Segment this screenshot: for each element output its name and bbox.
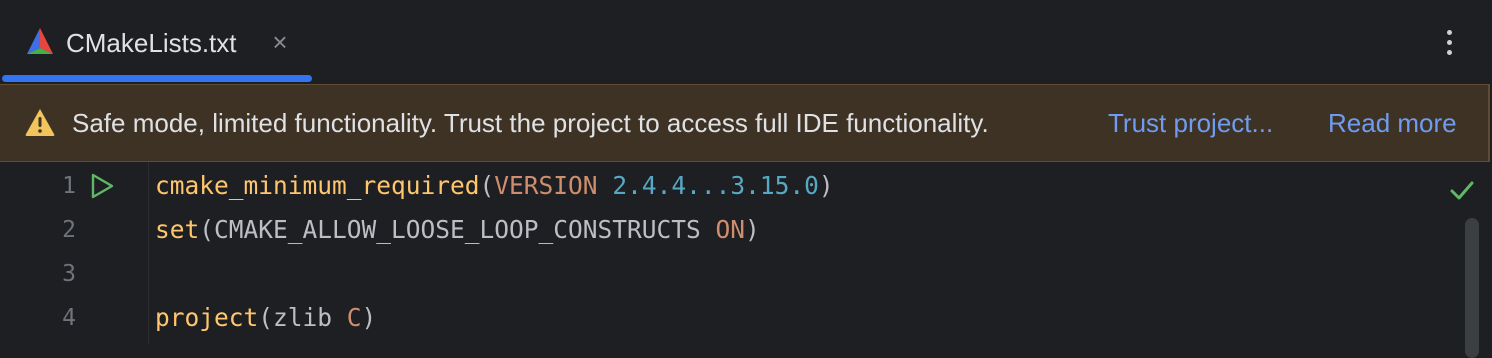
code-token: cmake_minimum_required	[155, 171, 480, 200]
check-icon	[1450, 181, 1474, 200]
code-token: VERSION	[494, 171, 598, 200]
code-token: set	[155, 215, 200, 244]
line-number: 1	[62, 173, 76, 199]
code-line: set(CMAKE_ALLOW_LOOSE_LOOP_CONSTRUCTS ON…	[155, 215, 760, 245]
vertical-scrollbar[interactable]	[1465, 218, 1479, 358]
code-editor[interactable]: 1 2 3 4 cmake_minimum_required(VERSION 2…	[0, 162, 1492, 358]
trust-project-link[interactable]: Trust project...	[1108, 106, 1273, 140]
code-token: C	[346, 303, 362, 332]
code-line: cmake_minimum_required(VERSION 2.4.4...3…	[155, 171, 834, 201]
code-token: (	[479, 171, 495, 200]
code-token: )	[818, 171, 834, 200]
warning-icon	[25, 109, 55, 136]
line-gutter: 1 2 3 4	[0, 162, 149, 344]
more-vertical-icon	[1447, 30, 1452, 35]
line-number: 4	[62, 305, 76, 331]
more-options-button[interactable]	[1436, 24, 1464, 60]
safe-mode-banner: Safe mode, limited functionality. Trust …	[0, 84, 1490, 162]
line-number: 3	[62, 261, 76, 287]
more-vertical-icon-dot	[1447, 50, 1452, 55]
code-token: ON	[715, 215, 746, 244]
line-number: 2	[62, 217, 76, 243]
tab-title: CMakeLists.txt	[66, 28, 237, 58]
code-token: (CMAKE_ALLOW_LOOSE_LOOP_CONSTRUCTS	[199, 215, 716, 244]
code-token: 2.4.4...3.15.0	[612, 171, 819, 200]
tab-cmakelists[interactable]: CMakeLists.txt ×	[0, 0, 312, 84]
editor-tab-bar: CMakeLists.txt ×	[0, 0, 1492, 84]
code-token: (zlib	[258, 303, 347, 332]
code-line: project(zlib C)	[155, 303, 376, 333]
banner-message: Safe mode, limited functionality. Trust …	[72, 108, 989, 138]
code-token: project	[155, 303, 259, 332]
cmake-icon	[27, 28, 53, 54]
active-tab-indicator	[2, 75, 312, 82]
more-vertical-icon-dot	[1447, 40, 1452, 45]
close-tab-icon[interactable]: ×	[268, 29, 292, 55]
read-more-link[interactable]: Read more	[1328, 106, 1457, 140]
run-icon[interactable]	[88, 172, 116, 200]
code-token: )	[361, 303, 377, 332]
code-token: )	[745, 215, 760, 244]
